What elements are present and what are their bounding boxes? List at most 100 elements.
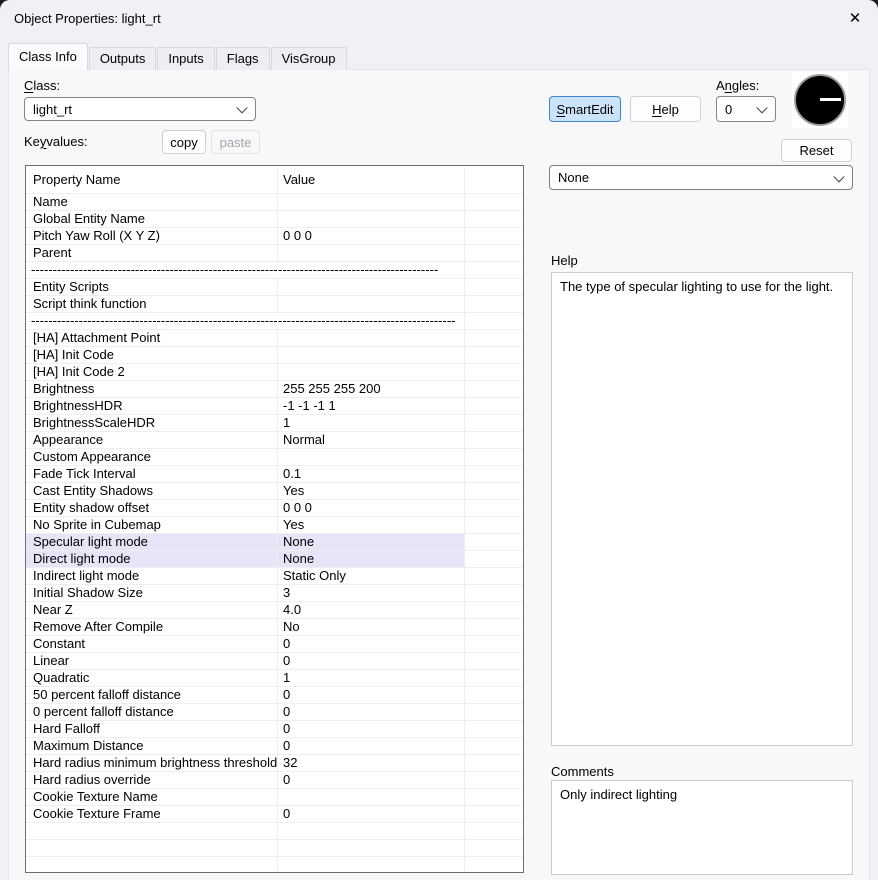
extra-cell bbox=[465, 500, 523, 516]
property-name-cell: Name bbox=[26, 194, 278, 210]
extra-cell bbox=[465, 432, 523, 448]
extra-cell bbox=[465, 534, 523, 550]
comments-textarea[interactable]: Only indirect lighting bbox=[551, 780, 853, 875]
class-combobox[interactable]: light_rt bbox=[24, 97, 256, 121]
property-name-cell: Maximum Distance bbox=[26, 738, 278, 754]
paste-button[interactable]: paste bbox=[211, 130, 260, 154]
table-row[interactable]: AppearanceNormal bbox=[26, 432, 523, 449]
table-row[interactable]: Parent bbox=[26, 245, 523, 262]
extra-cell bbox=[465, 721, 523, 737]
property-value-cell: 1 bbox=[278, 670, 465, 686]
property-value-cell bbox=[278, 279, 465, 295]
angle-indicator[interactable] bbox=[792, 72, 848, 128]
help-text: The type of specular lighting to use for… bbox=[560, 279, 833, 294]
table-row[interactable]: Constant0 bbox=[26, 636, 523, 653]
table-separator-row[interactable]: ----------------------------------------… bbox=[26, 313, 523, 330]
table-row[interactable]: Cookie Texture Frame0 bbox=[26, 806, 523, 823]
property-value-cell: Yes bbox=[278, 517, 465, 533]
property-name-cell: Specular light mode bbox=[26, 534, 278, 550]
table-row[interactable]: Direct light modeNone bbox=[26, 551, 523, 568]
table-row[interactable] bbox=[26, 840, 523, 857]
copy-button[interactable]: copy bbox=[162, 130, 206, 154]
table-row[interactable]: [HA] Attachment Point bbox=[26, 330, 523, 347]
help-panel-box: The type of specular lighting to use for… bbox=[551, 272, 853, 746]
property-value-cell: 4.0 bbox=[278, 602, 465, 618]
property-name-cell: Cookie Texture Frame bbox=[26, 806, 278, 822]
table-row[interactable]: Hard radius override0 bbox=[26, 772, 523, 789]
extra-cell bbox=[465, 228, 523, 244]
table-row[interactable]: Name bbox=[26, 194, 523, 211]
table-row[interactable]: Brightness255 255 255 200 bbox=[26, 381, 523, 398]
table-row[interactable]: No Sprite in CubemapYes bbox=[26, 517, 523, 534]
table-row[interactable]: 50 percent falloff distance0 bbox=[26, 687, 523, 704]
table-row[interactable]: Near Z4.0 bbox=[26, 602, 523, 619]
table-row[interactable]: Pitch Yaw Roll (X Y Z)0 0 0 bbox=[26, 228, 523, 245]
reset-button[interactable]: Reset bbox=[781, 139, 852, 162]
extra-cell bbox=[465, 636, 523, 652]
extra-cell bbox=[465, 551, 523, 567]
help-button[interactable]: Help bbox=[630, 96, 701, 122]
property-name-cell: Fade Tick Interval bbox=[26, 466, 278, 482]
table-row[interactable]: Quadratic1 bbox=[26, 670, 523, 687]
extra-cell bbox=[465, 738, 523, 754]
table-row[interactable]: Entity Scripts bbox=[26, 279, 523, 296]
table-row[interactable]: Maximum Distance0 bbox=[26, 738, 523, 755]
angles-combobox[interactable]: 0 bbox=[716, 96, 776, 122]
property-value-cell: 0 bbox=[278, 636, 465, 652]
table-row[interactable]: Script think function bbox=[26, 296, 523, 313]
tab-inputs[interactable]: Inputs bbox=[157, 47, 214, 70]
chevron-down-icon bbox=[833, 171, 844, 182]
tab-flags[interactable]: Flags bbox=[216, 47, 270, 70]
property-value-cell: None bbox=[278, 534, 465, 550]
table-row[interactable]: Fade Tick Interval0.1 bbox=[26, 466, 523, 483]
tab-outputs[interactable]: Outputs bbox=[89, 47, 157, 70]
property-value-cell: None bbox=[278, 551, 465, 567]
property-value-cell: ------------------------------------- bbox=[278, 262, 465, 278]
extra-cell bbox=[465, 704, 523, 720]
table-row[interactable]: Remove After CompileNo bbox=[26, 619, 523, 636]
table-row[interactable] bbox=[26, 823, 523, 840]
table-row[interactable]: Hard radius minimum brightness threshold… bbox=[26, 755, 523, 772]
extra-cell bbox=[465, 166, 523, 193]
keyvalues-table: Property NameValueNameGlobal Entity Name… bbox=[25, 165, 524, 873]
extra-cell bbox=[465, 772, 523, 788]
property-name-cell: Entity Scripts bbox=[26, 279, 278, 295]
value-editor-combobox[interactable]: None bbox=[549, 165, 853, 190]
extra-cell bbox=[465, 245, 523, 261]
table-row[interactable]: Cookie Texture Name bbox=[26, 789, 523, 806]
extra-cell bbox=[465, 517, 523, 533]
property-value-cell: Value bbox=[278, 166, 465, 193]
tab-visgroup[interactable]: VisGroup bbox=[271, 47, 347, 70]
table-row[interactable]: [HA] Init Code bbox=[26, 347, 523, 364]
smartedit-button[interactable]: SmartEdit bbox=[549, 96, 621, 122]
tab-class-info[interactable]: Class Info bbox=[8, 43, 88, 70]
table-row[interactable]: [HA] Init Code 2 bbox=[26, 364, 523, 381]
table-row[interactable]: Global Entity Name bbox=[26, 211, 523, 228]
table-row[interactable]: Hard Falloff0 bbox=[26, 721, 523, 738]
property-name-cell: Quadratic bbox=[26, 670, 278, 686]
table-row[interactable] bbox=[26, 857, 523, 873]
table-row[interactable]: 0 percent falloff distance0 bbox=[26, 704, 523, 721]
table-row[interactable]: Initial Shadow Size3 bbox=[26, 585, 523, 602]
property-name-cell: Appearance bbox=[26, 432, 278, 448]
property-value-cell: 0 bbox=[278, 721, 465, 737]
table-row[interactable]: BrightnessHDR-1 -1 -1 1 bbox=[26, 398, 523, 415]
extra-cell bbox=[465, 670, 523, 686]
table-row[interactable]: Linear0 bbox=[26, 653, 523, 670]
table-row[interactable]: Custom Appearance bbox=[26, 449, 523, 466]
table-row[interactable]: Entity shadow offset0 0 0 bbox=[26, 500, 523, 517]
property-name-cell: Hard radius minimum brightness threshold bbox=[26, 755, 278, 771]
property-value-cell: -1 -1 -1 1 bbox=[278, 398, 465, 414]
table-row[interactable]: BrightnessScaleHDR1 bbox=[26, 415, 523, 432]
table-separator-row[interactable]: ----------------------------------------… bbox=[26, 262, 523, 279]
property-name-cell bbox=[26, 840, 278, 856]
extra-cell bbox=[465, 449, 523, 465]
table-row[interactable]: Indirect light modeStatic Only bbox=[26, 568, 523, 585]
property-value-cell: 0 0 0 bbox=[278, 228, 465, 244]
title-bar[interactable]: Object Properties: light_rt ✕ bbox=[0, 0, 878, 38]
table-row[interactable]: Cast Entity ShadowsYes bbox=[26, 483, 523, 500]
close-icon[interactable]: ✕ bbox=[843, 7, 867, 31]
table-header-row: Property NameValue bbox=[26, 166, 523, 194]
property-value-cell bbox=[278, 347, 465, 363]
table-row[interactable]: Specular light modeNone bbox=[26, 534, 523, 551]
